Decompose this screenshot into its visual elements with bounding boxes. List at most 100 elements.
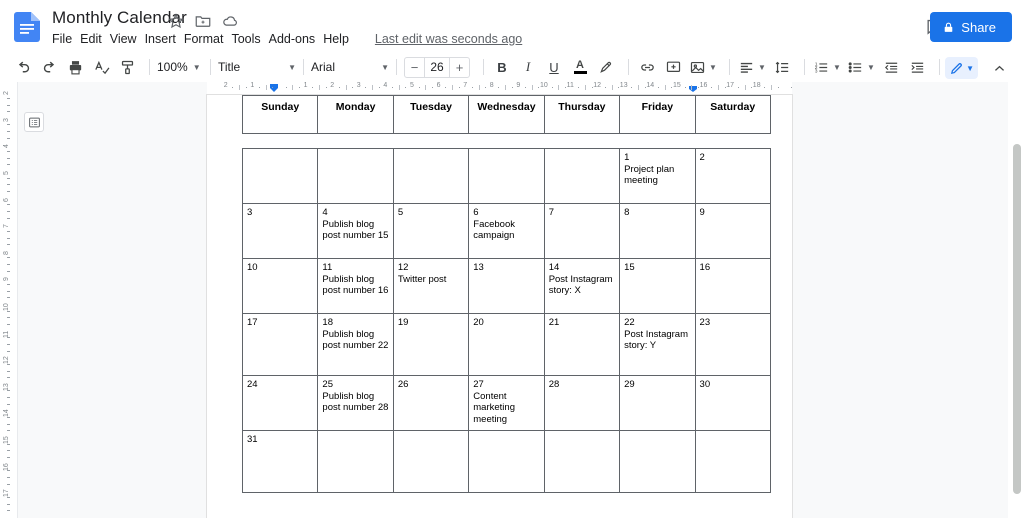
- calendar-cell[interactable]: 22 Post Instagram story: Y: [619, 313, 696, 376]
- menu-view[interactable]: View: [110, 30, 145, 48]
- zoom-select[interactable]: 100% ▼: [157, 56, 203, 78]
- menu-insert[interactable]: Insert: [145, 30, 184, 48]
- calendar-cell[interactable]: [543, 430, 621, 493]
- font-size-value[interactable]: 26: [424, 57, 450, 77]
- edit-mode-button[interactable]: ▼: [945, 57, 978, 79]
- increase-indent-icon[interactable]: [906, 56, 928, 78]
- menu-tools[interactable]: Tools: [231, 30, 268, 48]
- calendar-cell[interactable]: 12 Twitter post: [392, 258, 470, 314]
- calendar-cell[interactable]: 15: [619, 258, 696, 314]
- calendar-cell[interactable]: [694, 430, 772, 493]
- underline-button[interactable]: U: [543, 56, 565, 78]
- ruler-tick-label: 12: [593, 82, 601, 89]
- day-number: 23: [699, 317, 711, 328]
- add-comment-icon[interactable]: [662, 56, 684, 78]
- ruler-tick-label: 14: [646, 82, 655, 89]
- print-icon[interactable]: [64, 56, 86, 78]
- menu-addons[interactable]: Add-ons: [269, 30, 324, 48]
- calendar-cell[interactable]: 5: [392, 203, 470, 259]
- font-size-increase-button[interactable]: +: [450, 58, 469, 77]
- calendar-cell[interactable]: 19: [392, 313, 470, 376]
- ruler-tick-label: 7: [3, 224, 10, 229]
- calendar-cell[interactable]: [543, 148, 621, 204]
- document-outline-icon[interactable]: [24, 112, 44, 132]
- move-to-folder-icon[interactable]: [194, 12, 212, 30]
- calendar-cell[interactable]: [468, 430, 545, 493]
- spellcheck-icon[interactable]: [90, 56, 112, 78]
- calendar-cell[interactable]: 25 Publish blog post number 28: [317, 375, 394, 431]
- calendar-cell[interactable]: 13: [468, 258, 545, 314]
- font-size-decrease-button[interactable]: −: [405, 58, 424, 77]
- calendar-cell[interactable]: 21: [543, 313, 621, 376]
- calendar-cell[interactable]: 23: [694, 313, 772, 376]
- calendar-body-table: 1 Project plan meeting 2 3 4 Publish blog pos…: [241, 148, 772, 493]
- calendar-cell[interactable]: 16: [694, 258, 772, 314]
- paragraph-style-select[interactable]: Title ▼: [218, 56, 296, 78]
- calendar-cell[interactable]: 18 Publish blog post number 22: [317, 313, 394, 376]
- calendar-cell[interactable]: [317, 430, 394, 493]
- calendar-cell[interactable]: [392, 148, 470, 204]
- calendar-cell[interactable]: 28: [543, 375, 621, 431]
- calendar-cell[interactable]: 9: [694, 203, 772, 259]
- vertical-scrollbar[interactable]: [1008, 82, 1024, 518]
- calendar-cell[interactable]: [241, 148, 319, 204]
- right-indent-marker-icon[interactable]: [688, 83, 698, 93]
- menu-file[interactable]: File: [52, 30, 80, 48]
- menu-help[interactable]: Help: [323, 30, 357, 48]
- indent-marker-icon[interactable]: [269, 83, 279, 93]
- collapse-toolbar-button[interactable]: [988, 57, 1010, 79]
- calendar-cell[interactable]: 14 Post Instagram story: X: [543, 258, 621, 314]
- calendar-cell[interactable]: [468, 148, 545, 204]
- calendar-cell[interactable]: [317, 148, 394, 204]
- calendar-cell[interactable]: 8: [619, 203, 696, 259]
- calendar-cell[interactable]: 2: [694, 148, 772, 204]
- calendar-cell[interactable]: 4 Publish blog post number 15: [317, 203, 394, 259]
- calendar-cell[interactable]: 30: [694, 375, 772, 431]
- calendar-cell[interactable]: 31: [241, 430, 319, 493]
- numbered-list-icon[interactable]: 1 2 3 ▼: [812, 56, 842, 78]
- document-page[interactable]: Sunday Monday Tuesday Wednesday Thursday…: [207, 95, 792, 518]
- toolbar-divider: [396, 59, 397, 75]
- vertical-ruler[interactable]: 2 3 4 5 6 7 8 9 10 11 12 13 14 15 16 17: [0, 82, 18, 518]
- scrollbar-thumb[interactable]: [1013, 144, 1021, 494]
- calendar-cell[interactable]: 6 Facebook campaign: [468, 203, 545, 259]
- calendar-cell[interactable]: 26: [392, 375, 470, 431]
- share-button[interactable]: Share: [930, 12, 1012, 42]
- calendar-cell[interactable]: 7: [543, 203, 621, 259]
- calendar-cell[interactable]: 24: [241, 375, 319, 431]
- horizontal-ruler[interactable]: 2 1 1 2 3 4 5 6 7 8 9 10 11 12 13 14 15 16 17 18: [207, 82, 792, 95]
- menu-format[interactable]: Format: [184, 30, 232, 48]
- calendar-cell[interactable]: 3: [241, 203, 319, 259]
- calendar-cell[interactable]: 27 Content marketing meeting: [468, 375, 545, 431]
- bold-button[interactable]: B: [491, 56, 513, 78]
- ruler-tick-mark: [7, 456, 10, 458]
- decrease-indent-icon[interactable]: [880, 56, 902, 78]
- calendar-cell[interactable]: 1 Project plan meeting: [619, 148, 696, 204]
- undo-icon[interactable]: [12, 56, 34, 78]
- highlight-pen-icon[interactable]: [595, 56, 617, 78]
- calendar-cell[interactable]: 17: [241, 313, 319, 376]
- text-color-button[interactable]: A: [569, 56, 591, 78]
- insert-link-icon[interactable]: [636, 56, 658, 78]
- insert-image-icon[interactable]: ▼: [688, 56, 718, 78]
- italic-button[interactable]: I: [517, 56, 539, 78]
- last-edit-status[interactable]: Last edit was seconds ago: [375, 32, 522, 46]
- menu-edit[interactable]: Edit: [80, 30, 110, 48]
- calendar-cell[interactable]: [392, 430, 470, 493]
- bulleted-list-icon[interactable]: ▼: [846, 56, 876, 78]
- font-family-select[interactable]: Arial ▼: [311, 56, 389, 78]
- calendar-cell[interactable]: [619, 430, 696, 493]
- google-docs-logo-icon[interactable]: [14, 12, 40, 42]
- calendar-cell[interactable]: 10: [241, 258, 319, 314]
- calendar-cell[interactable]: 11 Publish blog post number 16: [317, 258, 394, 314]
- line-spacing-icon[interactable]: [771, 56, 793, 78]
- align-left-icon[interactable]: ▼: [737, 56, 767, 78]
- paint-format-icon[interactable]: [116, 56, 138, 78]
- calendar-cell[interactable]: 20: [468, 313, 545, 376]
- calendar-event: Project plan meeting: [624, 163, 675, 187]
- star-icon[interactable]: [167, 12, 185, 30]
- day-number: 15: [624, 262, 635, 273]
- calendar-cell[interactable]: 29: [619, 375, 696, 431]
- redo-icon[interactable]: [38, 56, 60, 78]
- cloud-saved-icon[interactable]: [221, 12, 239, 30]
